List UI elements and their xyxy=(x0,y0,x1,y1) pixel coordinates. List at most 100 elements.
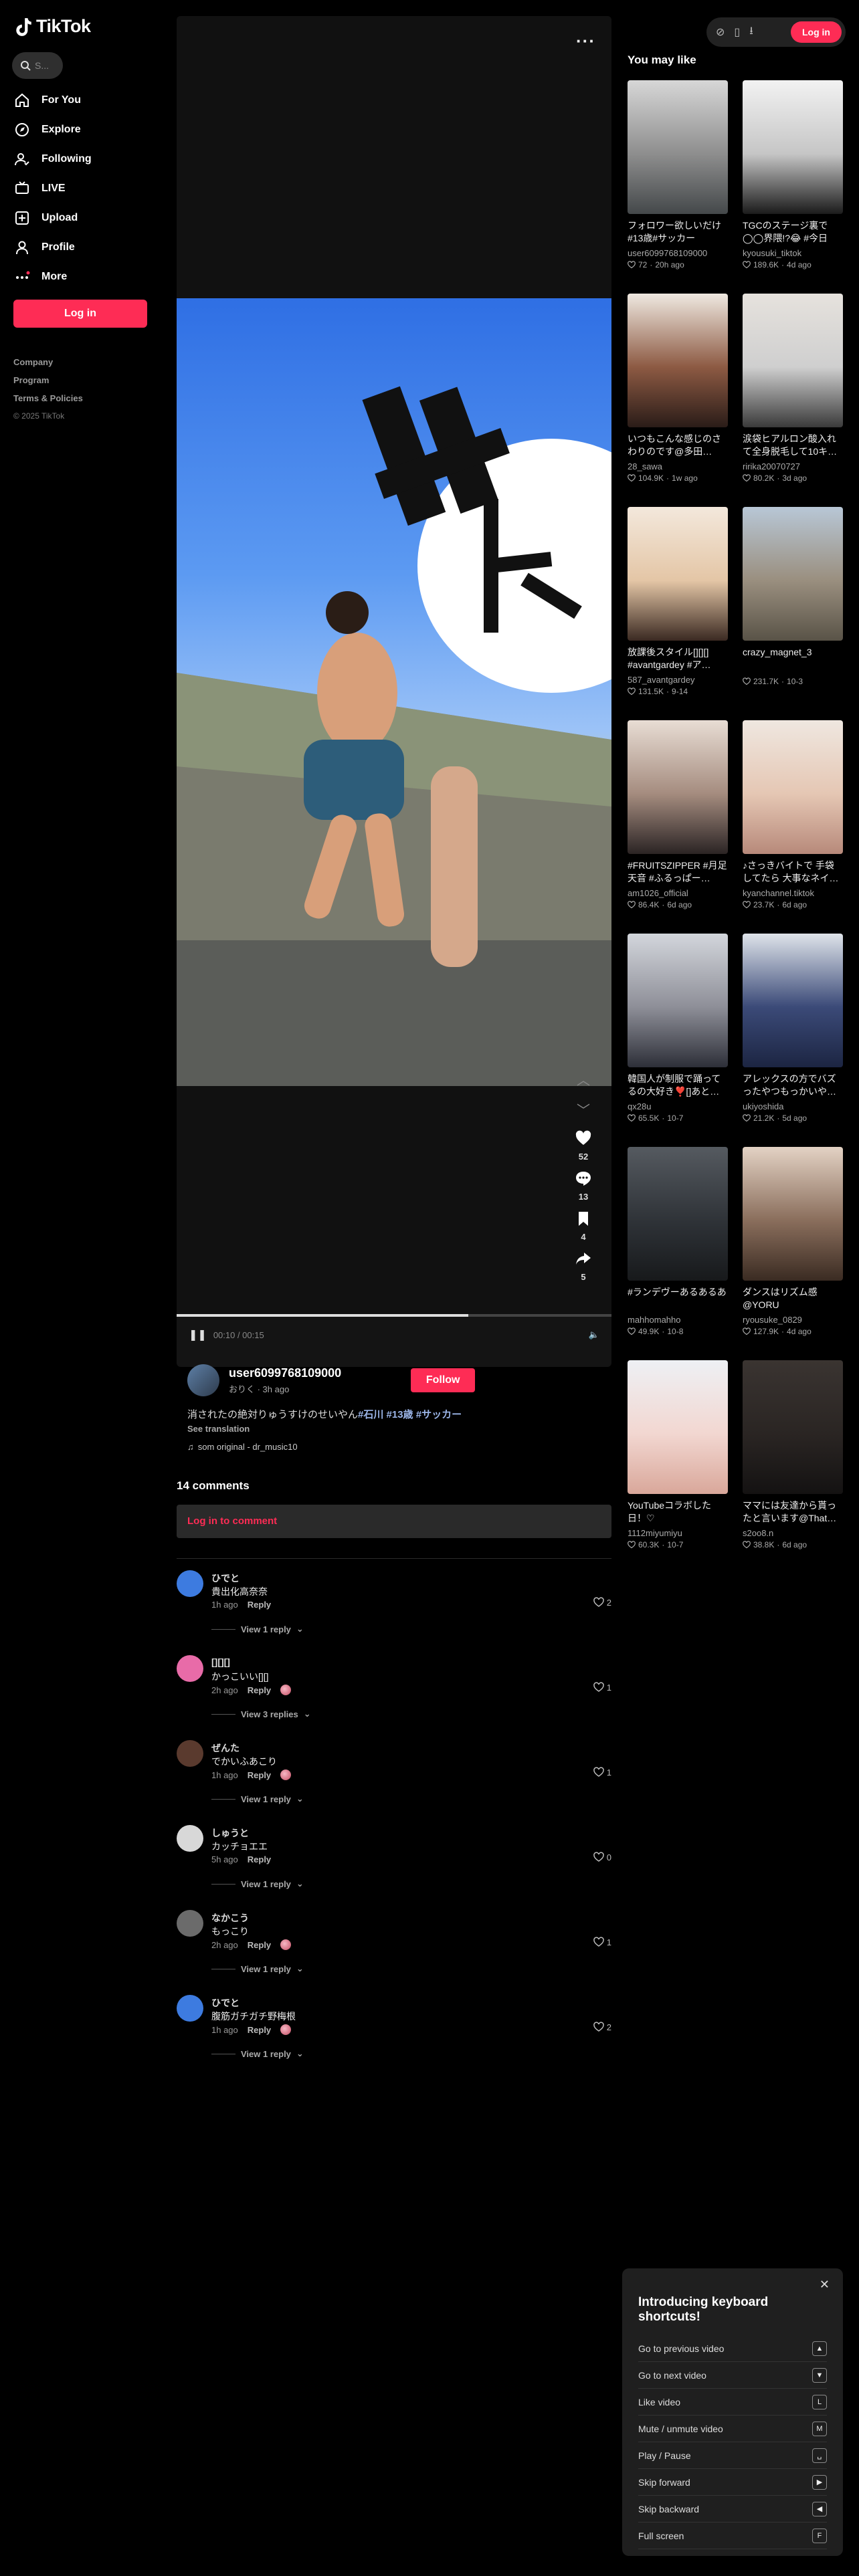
video-author[interactable]: am1026_official xyxy=(628,888,728,898)
video-author[interactable]: s2oo8.n xyxy=(743,1528,843,1538)
recommended-video-card[interactable]: ママには友達から貰ったと言います@That… s2oo8.n 38.8K · 6d ag… xyxy=(743,1360,843,1549)
video-title[interactable]: ママには友達から貰ったと言います@That… xyxy=(743,1499,843,1525)
commenter-avatar[interactable] xyxy=(177,1740,203,1767)
view-replies-button[interactable]: View 1 reply ⌄ xyxy=(211,1963,304,1974)
video-title[interactable]: 韓国人が制服で踊ってるの大好き❣️[]あと… xyxy=(628,1073,728,1098)
comment-like-button[interactable]: 1 xyxy=(593,1767,611,1778)
video-thumbnail[interactable] xyxy=(743,1360,843,1494)
recommended-video-card[interactable]: ♪さっきバイトで 手袋してたら 大事なネイ… kyanchannel.tiktok… xyxy=(743,720,843,909)
video-author[interactable]: kyousuki_tiktok xyxy=(743,248,843,258)
more-options-icon[interactable]: ··· xyxy=(576,31,595,51)
video-thumbnail[interactable] xyxy=(743,1147,843,1281)
tiktok-logo[interactable]: TikTok xyxy=(15,16,91,37)
recommended-video-card[interactable]: アレックスの方でバズったやつもっかいや… ukiyoshida 21.2K · 5d a… xyxy=(743,934,843,1123)
video-title[interactable]: TGCのステージ裏で◯◯界隈!?😂 #今日好… xyxy=(743,219,843,245)
video-title[interactable]: YouTubeコラボした日！♡ xyxy=(628,1499,728,1525)
video-author[interactable]: ukiyoshida xyxy=(743,1101,843,1111)
hashtag-link[interactable]: #サッカー xyxy=(416,1409,462,1420)
reply-button[interactable]: Reply xyxy=(248,1600,271,1610)
author-name[interactable]: user6099768109000 xyxy=(229,1366,341,1380)
view-replies-button[interactable]: View 1 reply ⌄ xyxy=(211,1624,304,1634)
follow-button[interactable]: Follow xyxy=(411,1368,476,1392)
commenter-avatar[interactable] xyxy=(177,1825,203,1852)
link-terms[interactable]: Terms & Policies xyxy=(13,389,83,407)
video-thumbnail[interactable] xyxy=(628,1360,728,1494)
commenter-avatar[interactable] xyxy=(177,1655,203,1682)
commenter-name[interactable]: ぜんた xyxy=(211,1741,240,1755)
nav-following[interactable]: Following xyxy=(13,144,154,174)
view-replies-button[interactable]: View 3 replies ⌄ xyxy=(211,1709,311,1719)
video-thumbnail[interactable] xyxy=(628,720,728,854)
reply-button[interactable]: Reply xyxy=(248,1770,271,1780)
commenter-name[interactable]: [][][] xyxy=(211,1656,230,1667)
commenter-avatar[interactable] xyxy=(177,1570,203,1597)
video-thumbnail[interactable] xyxy=(743,294,843,427)
view-replies-button[interactable]: View 1 reply ⌄ xyxy=(211,1879,304,1889)
reply-button[interactable]: Reply xyxy=(248,1685,271,1695)
like-button[interactable]: 52 xyxy=(569,1130,598,1162)
link-program[interactable]: Program xyxy=(13,371,83,389)
recommended-video-card[interactable]: YouTubeコラボした日！♡ 1112miyumiyu 60.3K · 10-7 xyxy=(628,1360,728,1549)
recommended-video-card[interactable]: 放課後スタイル[][][] #avantgardey #ア… 587_avantg… xyxy=(628,507,728,696)
link-company[interactable]: Company xyxy=(13,353,83,371)
search-input[interactable]: S... xyxy=(12,52,63,79)
nav-live[interactable]: LIVE xyxy=(13,174,154,203)
video-thumbnail[interactable] xyxy=(628,1147,728,1281)
comment-like-button[interactable]: 1 xyxy=(593,1682,611,1693)
video-author[interactable]: 28_sawa xyxy=(628,461,728,471)
video-title[interactable]: crazy_magnet_3 xyxy=(743,646,843,671)
video-title[interactable]: アレックスの方でバズったやつもっかいや… xyxy=(743,1073,843,1098)
video-author[interactable]: 587_avantgardey xyxy=(628,675,728,685)
video-author[interactable]: mahhomahho xyxy=(628,1315,728,1325)
video-title[interactable]: #ランデヴーあるあるあ xyxy=(628,1286,728,1311)
comment-like-button[interactable]: 2 xyxy=(593,2022,611,2032)
see-translation-link[interactable]: See translation xyxy=(187,1424,602,1434)
pause-icon[interactable]: ❚❚ xyxy=(189,1328,207,1341)
commenter-avatar[interactable] xyxy=(177,1910,203,1937)
video-author[interactable]: kyanchannel.tiktok xyxy=(743,888,843,898)
recommended-video-card[interactable]: 韓国人が制服で踊ってるの大好き❣️[]あと… qx28u 65.5K · 10-7 xyxy=(628,934,728,1123)
comment-like-button[interactable]: 0 xyxy=(593,1852,611,1862)
music-link[interactable]: ♫ som original - dr_music10 xyxy=(187,1442,602,1452)
nav-upload[interactable]: Upload xyxy=(13,203,154,233)
video-title[interactable]: #FRUITSZIPPER #月足天音 #ふるっぱー… xyxy=(628,859,728,885)
video-title[interactable]: 放課後スタイル[][][] #avantgardey #ア… xyxy=(628,646,728,671)
reply-button[interactable]: Reply xyxy=(248,2025,271,2035)
nav-explore[interactable]: Explore xyxy=(13,115,154,144)
recommended-video-card[interactable]: 涙袋ヒアルロン酸入れて全身脱毛して10キ… ririka20070727 80.2K… xyxy=(743,294,843,483)
video-thumbnail[interactable] xyxy=(743,720,843,854)
video-thumbnail[interactable] xyxy=(743,934,843,1067)
video-author[interactable]: 1112miyumiyu xyxy=(628,1528,728,1538)
author-avatar[interactable] xyxy=(187,1364,219,1396)
recommended-video-card[interactable]: #FRUITSZIPPER #月足天音 #ふるっぱー… am1026_offici… xyxy=(628,720,728,909)
commenter-name[interactable]: ひでと xyxy=(211,1996,240,2010)
recommended-video-card[interactable]: TGCのステージ裏で◯◯界隈!?😂 #今日好… kyousuki_tiktok 18… xyxy=(743,80,843,270)
nav-for-you[interactable]: For You xyxy=(13,86,154,115)
recommended-video-card[interactable]: いつもこんな感じのさわりのです@多田… 28_sawa 104.9K · 1w ago xyxy=(628,294,728,483)
save-button[interactable]: 4 xyxy=(569,1210,598,1242)
view-replies-button[interactable]: View 1 reply ⌄ xyxy=(211,2048,304,2059)
login-to-comment-button[interactable]: Log in to comment xyxy=(177,1505,611,1538)
commenter-name[interactable]: なかこう xyxy=(211,1911,249,1925)
video-author[interactable]: qx28u xyxy=(628,1101,728,1111)
hashtag-link[interactable]: #13歳 xyxy=(387,1409,413,1420)
hashtag-link[interactable]: #石川 xyxy=(358,1409,383,1420)
video-author[interactable]: ririka20070727 xyxy=(743,461,843,471)
comment-button[interactable]: 13 xyxy=(569,1170,598,1202)
video-thumbnail[interactable] xyxy=(628,507,728,641)
comment-like-button[interactable]: 2 xyxy=(593,1597,611,1608)
video-title[interactable]: フォロワー欲しいだけ #13歳#サッカー xyxy=(628,219,728,245)
video-title[interactable]: ダンスはリズム感 @YORU xyxy=(743,1286,843,1311)
video-thumbnail[interactable] xyxy=(743,507,843,641)
previous-video-icon[interactable]: ︿ xyxy=(569,1069,598,1089)
recommended-video-card[interactable]: crazy_magnet_3 231.7K · 10-3 xyxy=(743,507,843,686)
commenter-name[interactable]: しゅうと xyxy=(211,1826,249,1840)
download-icon[interactable]: ⭳ xyxy=(749,23,753,41)
commenter-name[interactable]: ひでと xyxy=(211,1572,240,1585)
video-progress-bar[interactable] xyxy=(177,1314,611,1317)
reply-button[interactable]: Reply xyxy=(248,1940,271,1950)
top-login-button[interactable]: Log in xyxy=(791,21,842,43)
reply-button[interactable]: Reply xyxy=(248,1854,271,1864)
device-icon[interactable]: ▯ xyxy=(734,25,740,39)
share-button[interactable]: 5 xyxy=(569,1250,598,1282)
